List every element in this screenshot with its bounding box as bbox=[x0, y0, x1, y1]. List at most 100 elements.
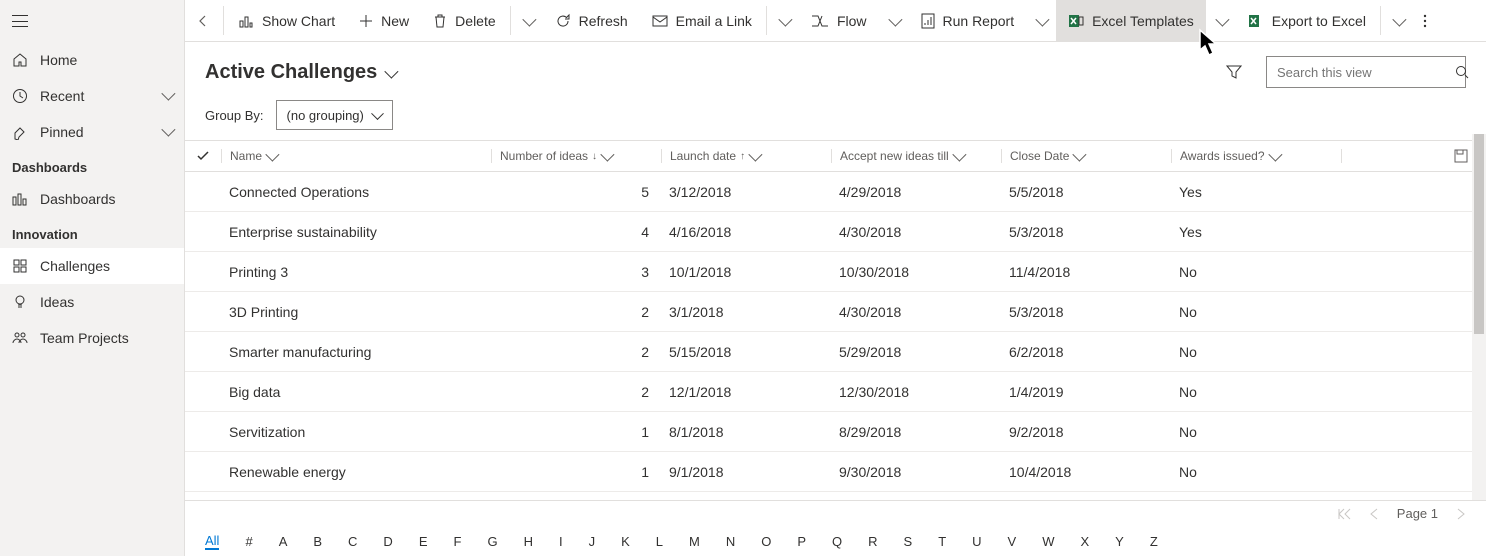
nav-section-dashboards: Dashboards bbox=[0, 150, 184, 181]
alpha-filter-t[interactable]: T bbox=[938, 534, 946, 549]
alpha-filter-g[interactable]: G bbox=[487, 534, 497, 549]
excel-templates-dropdown[interactable] bbox=[1206, 0, 1236, 41]
alpha-filter-v[interactable]: V bbox=[1008, 534, 1017, 549]
alpha-filter-e[interactable]: E bbox=[419, 534, 428, 549]
alpha-filter-u[interactable]: U bbox=[972, 534, 981, 549]
show-chart-button[interactable]: Show Chart bbox=[226, 0, 347, 41]
nav-recent[interactable]: Recent bbox=[0, 78, 184, 114]
alpha-filter-s[interactable]: S bbox=[904, 534, 913, 549]
scrollbar-thumb[interactable] bbox=[1474, 134, 1484, 334]
column-header-ideas[interactable]: Number of ideas ↓ bbox=[491, 149, 661, 163]
alpha-filter-j[interactable]: J bbox=[589, 534, 596, 549]
run-report-dropdown[interactable] bbox=[1026, 0, 1056, 41]
alpha-filter-y[interactable]: Y bbox=[1115, 534, 1124, 549]
back-button[interactable] bbox=[185, 0, 221, 41]
view-title-text: Active Challenges bbox=[205, 61, 377, 84]
more-commands-button[interactable] bbox=[1413, 0, 1437, 41]
alpha-filter-w[interactable]: W bbox=[1042, 534, 1054, 549]
alpha-filter-b[interactable]: B bbox=[313, 534, 322, 549]
alpha-filter-o[interactable]: O bbox=[761, 534, 771, 549]
export-excel-dropdown[interactable] bbox=[1383, 0, 1413, 41]
alpha-filter-z[interactable]: Z bbox=[1150, 534, 1158, 549]
chevron-down-icon bbox=[1073, 148, 1087, 162]
alpha-filter-x[interactable]: X bbox=[1081, 534, 1090, 549]
select-all-checkbox[interactable] bbox=[185, 149, 221, 163]
cell-ideas: 1 bbox=[491, 464, 661, 480]
run-report-button[interactable]: Run Report bbox=[909, 0, 1027, 41]
column-header-name[interactable]: Name bbox=[221, 149, 491, 163]
view-selector[interactable]: Active Challenges bbox=[205, 61, 395, 84]
filter-button[interactable] bbox=[1220, 58, 1248, 86]
table-row[interactable]: 3D Printing23/1/20184/30/20185/3/2018No bbox=[185, 292, 1486, 332]
cell-name: Big data bbox=[221, 384, 491, 400]
delete-button[interactable]: Delete bbox=[421, 0, 507, 41]
table-row[interactable]: Connected Operations53/12/20184/29/20185… bbox=[185, 172, 1486, 212]
hamburger-button[interactable] bbox=[0, 0, 184, 42]
group-by-select[interactable]: (no grouping) bbox=[276, 100, 393, 130]
alpha-filter-#[interactable]: # bbox=[245, 534, 252, 549]
flow-dropdown[interactable] bbox=[879, 0, 909, 41]
clock-icon bbox=[12, 88, 28, 104]
column-header-close[interactable]: Close Date bbox=[1001, 149, 1171, 163]
nav-label: Ideas bbox=[40, 294, 74, 310]
alpha-filter-m[interactable]: M bbox=[689, 534, 700, 549]
export-excel-button[interactable]: Export to Excel bbox=[1236, 0, 1378, 41]
nav-team-projects[interactable]: Team Projects bbox=[0, 320, 184, 356]
first-page-button[interactable] bbox=[1337, 508, 1351, 520]
excel-templates-button[interactable]: Excel Templates bbox=[1056, 0, 1206, 41]
alpha-filter-q[interactable]: Q bbox=[832, 534, 842, 549]
table-row[interactable]: Big data212/1/201812/30/20181/4/2019No bbox=[185, 372, 1486, 412]
alpha-filter-f[interactable]: F bbox=[453, 534, 461, 549]
nav-home[interactable]: Home bbox=[0, 42, 184, 78]
alpha-filter-p[interactable]: P bbox=[797, 534, 806, 549]
next-page-button[interactable] bbox=[1456, 508, 1466, 520]
table-row[interactable]: Servitization18/1/20188/29/20189/2/2018N… bbox=[185, 412, 1486, 452]
table-row[interactable]: Printing 3310/1/201810/30/201811/4/2018N… bbox=[185, 252, 1486, 292]
cell-launch-date: 10/1/2018 bbox=[661, 264, 831, 280]
alpha-filter-all[interactable]: All bbox=[205, 533, 219, 550]
email-link-button[interactable]: Email a Link bbox=[640, 0, 764, 41]
search-box[interactable] bbox=[1266, 56, 1466, 88]
nav-ideas[interactable]: Ideas bbox=[0, 284, 184, 320]
table-row[interactable]: Enterprise sustainability44/16/20184/30/… bbox=[185, 212, 1486, 252]
separator bbox=[1380, 6, 1381, 35]
toolbar: Show Chart New Delete Refresh Email a Li… bbox=[185, 0, 1486, 42]
save-view-icon[interactable] bbox=[1454, 149, 1468, 163]
new-button[interactable]: New bbox=[347, 0, 421, 41]
scrollbar[interactable] bbox=[1472, 134, 1486, 500]
home-icon bbox=[12, 52, 28, 68]
alpha-filter-h[interactable]: H bbox=[524, 534, 533, 549]
flow-button[interactable]: Flow bbox=[799, 0, 879, 41]
cell-close-date: 5/3/2018 bbox=[1001, 304, 1171, 320]
cell-launch-date: 3/1/2018 bbox=[661, 304, 831, 320]
column-header-launch[interactable]: Launch date ↑ bbox=[661, 149, 831, 163]
cell-accept-until: 4/30/2018 bbox=[831, 304, 1001, 320]
table-row[interactable]: Renewable energy19/1/20189/30/201810/4/2… bbox=[185, 452, 1486, 492]
chart-icon bbox=[238, 13, 254, 29]
alpha-filter-k[interactable]: K bbox=[621, 534, 630, 549]
cell-ideas: 3 bbox=[491, 264, 661, 280]
alpha-filter-c[interactable]: C bbox=[348, 534, 357, 549]
alpha-filter-d[interactable]: D bbox=[383, 534, 392, 549]
table-row[interactable]: Smarter manufacturing25/15/20185/29/2018… bbox=[185, 332, 1486, 372]
prev-page-button[interactable] bbox=[1369, 508, 1379, 520]
alpha-filter-r[interactable]: R bbox=[868, 534, 877, 549]
delete-dropdown[interactable] bbox=[513, 0, 543, 41]
alpha-filter-n[interactable]: N bbox=[726, 534, 735, 549]
email-icon bbox=[652, 14, 668, 28]
alpha-filter-a[interactable]: A bbox=[279, 534, 288, 549]
search-input[interactable] bbox=[1275, 64, 1455, 81]
alpha-filter-l[interactable]: L bbox=[656, 534, 663, 549]
chevron-down-icon bbox=[162, 89, 172, 103]
nav-dashboards[interactable]: Dashboards bbox=[0, 181, 184, 217]
email-dropdown[interactable] bbox=[769, 0, 799, 41]
search-icon bbox=[1455, 65, 1469, 79]
nav-pinned[interactable]: Pinned bbox=[0, 114, 184, 150]
column-header-accept[interactable]: Accept new ideas till bbox=[831, 149, 1001, 163]
cell-awards: Yes bbox=[1171, 184, 1341, 200]
nav-challenges[interactable]: Challenges bbox=[0, 248, 184, 284]
alpha-filter-i[interactable]: I bbox=[559, 534, 563, 549]
cell-ideas: 4 bbox=[491, 224, 661, 240]
refresh-button[interactable]: Refresh bbox=[543, 0, 640, 41]
column-header-awards[interactable]: Awards issued? bbox=[1171, 149, 1341, 163]
